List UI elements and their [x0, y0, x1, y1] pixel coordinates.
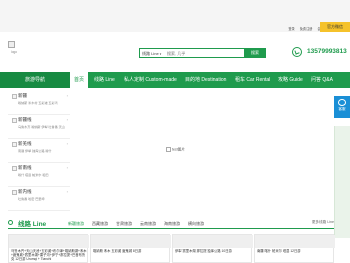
card-title: 南疆 喀什 帕米尔 塔县 12日游 [257, 249, 301, 253]
card-image [173, 235, 253, 248]
nav-guide[interactable]: 攻略 Guide [278, 72, 303, 88]
line-card[interactable]: 伊犁 赛里木湖 那拉提 独库公路 10日游 [172, 234, 253, 263]
search-input[interactable] [167, 50, 237, 56]
category-item[interactable]: 新南线 喀什 塔县 帕米尔 和田 › [8, 162, 70, 187]
hotline-number: 13579993813 [307, 48, 347, 55]
card-title: 伊犁 赛里木湖 那拉提 独库公路 10日游 [175, 249, 232, 253]
category-sub: 喀纳斯 禾木村 五彩滩 五彩湾 [18, 101, 58, 105]
category-sub: 喀什 塔县 帕米尔 和田 [18, 173, 49, 177]
broken-image-icon [166, 147, 171, 152]
banner-alt-text: test图片 [172, 147, 185, 152]
route-icon [8, 220, 13, 225]
chevron-right-icon: › [66, 141, 68, 146]
category-title: 新南线 [18, 165, 32, 170]
chevron-down-icon: ▾ [159, 52, 162, 56]
category-title: 新疆线 [18, 117, 32, 122]
category-icon [12, 166, 18, 172]
card-image [255, 235, 335, 248]
banner-image-placeholder: test图片 [166, 147, 185, 152]
section-title: 线路 Line [18, 221, 47, 228]
category-icon [12, 94, 18, 100]
nav-line[interactable]: 线路 Line [94, 72, 115, 88]
chevron-right-icon: › [66, 117, 68, 122]
banner[interactable]: test图片 [70, 88, 350, 218]
more-lines-link[interactable]: 更多线路 Line [312, 220, 334, 225]
search-box: 线路 Line▾ 搜索 [139, 48, 266, 58]
category-title: 新疆 [18, 93, 27, 98]
nav-custom-made[interactable]: 私人定制 Custom-made [124, 72, 177, 88]
section-header: 线路 Line 新疆旅游 西藏旅游 甘肃旅游 云南旅游 海南旅游 横向旅游 更多… [8, 218, 334, 229]
tab-xinjiang[interactable]: 新疆旅游 [64, 220, 88, 229]
category-title: 新内线 [18, 189, 32, 194]
category-sub: 南疆 伊犁 独库公路 喀什 [18, 149, 52, 153]
search-button[interactable]: 搜索 [244, 48, 266, 58]
nav-home[interactable]: 首页 [70, 72, 88, 88]
top-bar: 登录 免费注册 会员中心 网站导航 [0, 0, 350, 32]
category-list: 新疆 喀纳斯 禾木村 五彩滩 五彩湾 › 新疆线 乌鲁木齐 喀纳斯 伊犁 吐鲁番… [8, 88, 70, 218]
category-title: 新羌线 [18, 141, 32, 146]
chevron-right-icon: › [66, 165, 68, 170]
line-cards: 乌鲁木齐+天山天池+五彩滩+布尔津+喀纳斯湖+禾木+魔鬼城+赛里木湖+果子沟+伊… [8, 234, 335, 263]
chevron-right-icon: › [66, 189, 68, 194]
category-item[interactable]: 新羌线 南疆 伊犁 独库公路 喀什 › [8, 138, 70, 163]
nav-destination[interactable]: 目的地 Destination [185, 72, 226, 88]
logo-icon[interactable] [8, 41, 15, 48]
line-card[interactable]: 乌鲁木齐+天山天池+五彩滩+布尔津+喀纳斯湖+禾木+魔鬼城+赛里木湖+果子沟+伊… [8, 234, 89, 263]
login-link[interactable]: 登录 [288, 26, 294, 31]
card-title: 喀纳斯 禾木 五彩滩 魔鬼城 8日游 [93, 249, 142, 253]
search-type-select[interactable]: 线路 Line▾ [142, 51, 161, 57]
card-title: 乌鲁木齐+天山天池+五彩滩+布尔津+喀纳斯湖+禾木+魔鬼城+赛里木湖+果子沟+伊… [11, 249, 87, 261]
customer-service-button[interactable]: 客服 [334, 96, 350, 118]
customer-service-label: 客服 [338, 107, 346, 111]
search-type-value: 线路 Line [142, 51, 159, 56]
tab-yunnan[interactable]: 云南旅游 [136, 220, 160, 228]
category-icon [12, 142, 18, 148]
line-card[interactable]: 南疆 喀什 帕米尔 塔县 12日游 [254, 234, 335, 263]
tab-hainan[interactable]: 海南旅游 [160, 220, 184, 228]
side-panel [334, 126, 350, 238]
phone-icon [292, 47, 302, 57]
category-sub: 吐鲁番 哈密 巴里坤 [18, 197, 45, 201]
category-icon [12, 118, 18, 124]
nav-car-rental[interactable]: 租车 Car Rental [235, 72, 270, 88]
nav-qa[interactable]: 问答 Q&A [311, 72, 333, 88]
category-item[interactable]: 新疆线 乌鲁木齐 喀纳斯 伊犁 吐鲁番 天山 › [8, 114, 70, 139]
card-image [9, 235, 89, 248]
chevron-right-icon: › [66, 93, 68, 98]
main-nav: 旅游导航 首页 线路 Line 私人定制 Custom-made 目的地 Des… [0, 72, 350, 88]
card-image [91, 235, 171, 248]
nav-travel-guide[interactable]: 旅游导航 [0, 72, 70, 88]
logo-text: logo [11, 50, 18, 54]
official-wechat-button[interactable]: 官方微信 [320, 22, 350, 32]
category-item[interactable]: 新内线 吐鲁番 哈密 巴里坤 › [8, 186, 70, 211]
section-tabs: 新疆旅游 西藏旅游 甘肃旅游 云南旅游 海南旅游 横向旅游 [64, 220, 208, 229]
tab-gansu[interactable]: 甘肃旅游 [112, 220, 136, 228]
category-item[interactable]: 新疆 喀纳斯 禾木村 五彩滩 五彩湾 › [8, 90, 70, 115]
category-icon [12, 190, 18, 196]
headset-icon [338, 99, 346, 106]
tab-other[interactable]: 横向旅游 [184, 220, 208, 228]
category-sub: 乌鲁木齐 喀纳斯 伊犁 吐鲁番 天山 [18, 125, 65, 129]
tab-tibet[interactable]: 西藏旅游 [88, 220, 112, 228]
line-card[interactable]: 喀纳斯 禾木 五彩滩 魔鬼城 8日游 [90, 234, 171, 263]
register-link[interactable]: 免费注册 [300, 26, 313, 31]
